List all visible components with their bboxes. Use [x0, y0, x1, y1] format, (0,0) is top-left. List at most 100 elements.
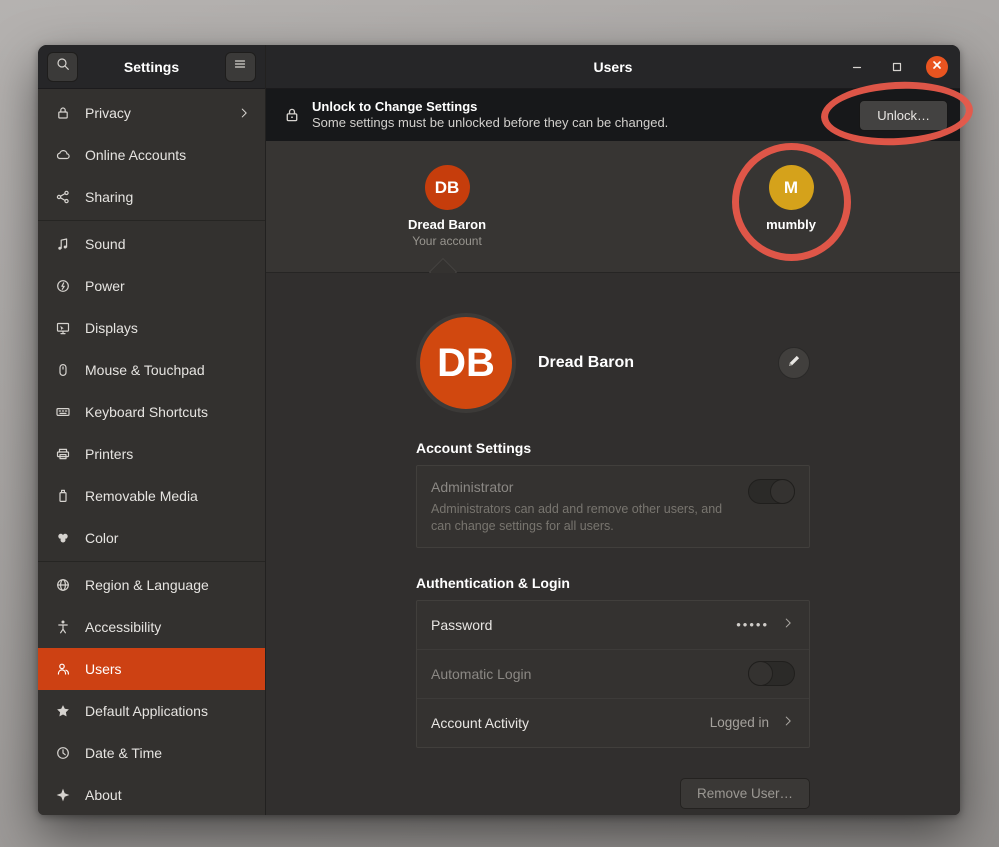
sidebar-separator [38, 220, 265, 221]
close-icon [929, 57, 945, 78]
sidebar-item-region-language[interactable]: Region & Language [38, 564, 265, 606]
banner-text: Unlock to Change Settings Some settings … [312, 99, 668, 132]
carousel-user-dread-baron[interactable]: DB Dread Baron Your account [367, 165, 527, 248]
toggle-knob [770, 479, 795, 504]
unlock-button[interactable]: Unlock… [859, 100, 948, 131]
carousel-user-mumbly[interactable]: M mumbly [711, 165, 871, 232]
titlebar[interactable]: Users [266, 45, 960, 89]
automatic-login-toggle[interactable] [748, 661, 795, 686]
administrator-description: Administrators can add and remove other … [431, 501, 736, 535]
profile-avatar[interactable]: DB [416, 313, 516, 413]
clock-icon [54, 745, 72, 761]
sidebar-item-label: Power [85, 278, 125, 294]
search-icon [55, 56, 71, 77]
chevron-right-icon [237, 106, 251, 120]
sidebar-item-displays[interactable]: Displays [38, 307, 265, 349]
sidebar-item-accessibility[interactable]: Accessibility [38, 606, 265, 648]
carousel-user-name: Dread Baron [367, 217, 527, 232]
sidebar-item-label: Users [85, 661, 122, 677]
close-button[interactable] [926, 56, 948, 78]
sidebar-item-about[interactable]: About [38, 774, 265, 815]
profile-name: Dread Baron [538, 354, 634, 372]
window-controls [846, 45, 948, 89]
sidebar-item-default-applications[interactable]: Default Applications [38, 690, 265, 732]
user-carousel: DB Dread Baron Your account M mumbly [266, 141, 960, 273]
star-icon [54, 703, 72, 719]
search-button[interactable] [47, 52, 78, 82]
sidebar-item-label: Removable Media [85, 488, 198, 504]
remove-user-button[interactable]: Remove User… [680, 778, 810, 809]
sidebar-item-label: Privacy [85, 105, 131, 121]
automatic-login-label: Automatic Login [431, 666, 531, 682]
profile-row: DB Dread Baron [416, 313, 810, 413]
authentication-card: Password ••••• Automatic Login [416, 600, 810, 748]
account-activity-value: Logged in [710, 715, 769, 730]
accessibility-icon [54, 619, 72, 635]
lock-icon [54, 105, 72, 121]
sidebar-item-label: Mouse & Touchpad [85, 362, 205, 378]
chevron-right-icon [781, 616, 795, 633]
sidebar-item-label: Sound [85, 236, 125, 252]
password-row[interactable]: Password ••••• [417, 601, 809, 649]
display-icon [54, 320, 72, 336]
unlock-banner: Unlock to Change Settings Some settings … [266, 89, 960, 141]
administrator-label: Administrator [431, 479, 736, 495]
administrator-toggle[interactable] [748, 479, 795, 504]
banner-subtitle: Some settings must be unlocked before th… [312, 115, 668, 131]
users-icon [54, 661, 72, 677]
automatic-login-row: Automatic Login [417, 650, 809, 698]
power-icon [54, 278, 72, 294]
avatar: M [769, 165, 814, 210]
app-title: Settings [124, 59, 179, 75]
sidebar-item-online-accounts[interactable]: Online Accounts [38, 134, 265, 176]
cloud-icon [54, 147, 72, 163]
sidebar-item-removable-media[interactable]: Removable Media [38, 475, 265, 517]
carousel-user-name: mumbly [711, 217, 871, 232]
sidebar-header: Settings [38, 45, 265, 89]
sidebar-item-sound[interactable]: Sound [38, 223, 265, 265]
hamburger-menu-icon [232, 56, 248, 77]
sidebar-item-date-time[interactable]: Date & Time [38, 732, 265, 774]
edit-name-button[interactable] [778, 347, 810, 379]
share-icon [54, 189, 72, 205]
password-label: Password [431, 617, 492, 633]
usb-drive-icon [54, 488, 72, 504]
sidebar-item-sharing[interactable]: Sharing [38, 176, 265, 218]
user-detail-panel: DB Dread Baron Account Settings Administ… [266, 273, 960, 815]
menu-button[interactable] [225, 52, 256, 82]
sidebar-item-color[interactable]: Color [38, 517, 265, 559]
sidebar-item-label: Accessibility [85, 619, 161, 635]
sidebar: Settings Privacy Online Accounts Sharing [38, 45, 266, 815]
carousel-user-subtitle: Your account [367, 234, 527, 248]
sidebar-item-power[interactable]: Power [38, 265, 265, 307]
globe-icon [54, 577, 72, 593]
sidebar-item-label: Displays [85, 320, 138, 336]
mouse-icon [54, 362, 72, 378]
sidebar-separator [38, 561, 265, 562]
sidebar-item-label: Keyboard Shortcuts [85, 404, 208, 420]
main-panel: Users Unlock to Change Settings Some set… [266, 45, 960, 815]
sidebar-item-label: Online Accounts [85, 147, 186, 163]
sidebar-item-keyboard-shortcuts[interactable]: Keyboard Shortcuts [38, 391, 265, 433]
sidebar-item-label: Printers [85, 446, 133, 462]
sidebar-item-label: Default Applications [85, 703, 208, 719]
color-icon [54, 530, 72, 546]
sidebar-item-privacy[interactable]: Privacy [38, 92, 265, 134]
music-note-icon [54, 236, 72, 252]
password-value: ••••• [736, 617, 769, 632]
settings-window: Settings Privacy Online Accounts Sharing [38, 45, 960, 815]
maximize-button[interactable] [886, 56, 908, 78]
section-heading-authentication: Authentication & Login [416, 575, 810, 591]
sparkle-icon [54, 787, 72, 803]
toggle-knob [748, 661, 773, 686]
section-heading-account-settings: Account Settings [416, 440, 810, 456]
sidebar-item-label: Sharing [85, 189, 133, 205]
sidebar-item-users[interactable]: Users [38, 648, 265, 690]
account-activity-row[interactable]: Account Activity Logged in [417, 699, 809, 747]
sidebar-item-printers[interactable]: Printers [38, 433, 265, 475]
sidebar-item-mouse-touchpad[interactable]: Mouse & Touchpad [38, 349, 265, 391]
banner-title: Unlock to Change Settings [312, 99, 668, 115]
minimize-button[interactable] [846, 56, 868, 78]
sidebar-item-label: Color [85, 530, 118, 546]
keyboard-icon [54, 404, 72, 420]
